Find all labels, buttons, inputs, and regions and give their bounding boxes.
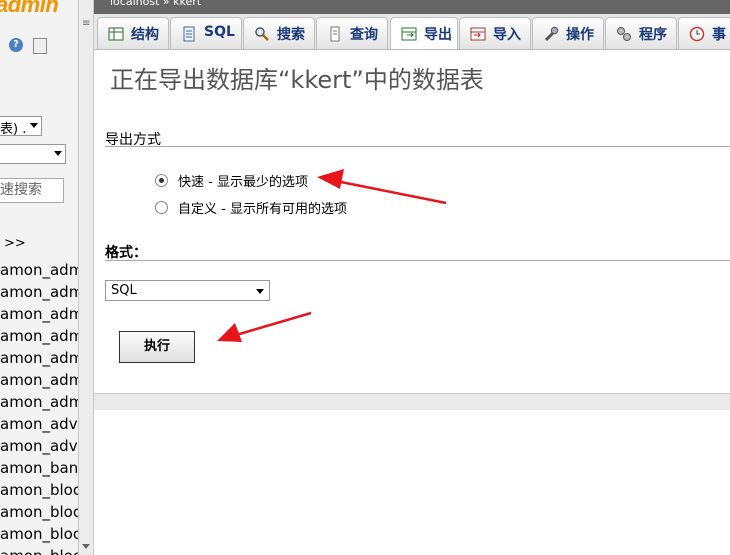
tab-import[interactable]: 导入 — [459, 17, 531, 49]
documentation-icon[interactable] — [33, 38, 47, 54]
tab-label: 搜索 — [277, 27, 305, 43]
divider — [105, 260, 730, 261]
export-method-custom-option[interactable]: 自定义 - 显示所有可用的选项 — [155, 198, 347, 217]
table-list-item[interactable]: amon_adve — [0, 413, 78, 435]
table-list-item[interactable]: amon_admi — [0, 391, 78, 413]
footer-bar — [94, 393, 730, 410]
divider — [105, 146, 730, 147]
radio-selected-icon[interactable] — [155, 174, 168, 187]
chevron-down-icon — [54, 151, 62, 156]
events-icon — [689, 26, 705, 42]
table-list-item[interactable]: amon_block — [0, 479, 78, 501]
chevron-down-icon — [256, 289, 264, 294]
main-panel: localhost » kkert 结构 SQL 搜索 查询 导出 导入 操作 … — [94, 0, 730, 555]
tab-label: 导入 — [493, 27, 521, 43]
tab-search[interactable]: 搜索 — [243, 17, 315, 49]
wrench-icon — [544, 26, 559, 42]
format-select[interactable]: SQL — [105, 280, 270, 301]
query-icon — [330, 26, 340, 42]
tab-operations[interactable]: 操作 — [532, 17, 604, 49]
sql-icon — [183, 26, 195, 42]
structure-icon — [108, 27, 124, 41]
table-search-input[interactable]: 速搜索 — [0, 178, 64, 203]
frame-resize-handle[interactable]: ≡ — [78, 0, 94, 555]
database-select-value: 表) . — [0, 122, 27, 137]
routines-icon — [617, 27, 631, 41]
format-legend: 格式： — [105, 245, 147, 261]
table-list-item[interactable]: amon_admi — [0, 303, 78, 325]
table-filter-select[interactable] — [0, 144, 66, 164]
option-label: 自定义 - 显示所有可用的选项 — [178, 202, 347, 217]
tab-label: 查询 — [350, 27, 378, 43]
tab-events[interactable]: 事 — [678, 17, 730, 49]
tab-export[interactable]: 导出 — [390, 17, 458, 49]
table-list-item[interactable]: amon_block — [0, 545, 78, 555]
table-list: amon_admi amon_admi amon_admi amon_admi … — [0, 259, 78, 555]
table-list-item[interactable]: amon_admi — [0, 325, 78, 347]
page-title: 正在导出数据库“kkert”中的数据表 — [110, 66, 484, 94]
import-icon — [470, 27, 486, 41]
tab-label: 结构 — [131, 27, 159, 43]
database-select[interactable]: 表) . — [0, 116, 42, 137]
grip-icon: ≡ — [82, 18, 91, 29]
tab-sql[interactable]: SQL — [170, 17, 242, 49]
table-list-item[interactable]: amon_block — [0, 523, 78, 545]
tab-structure[interactable]: 结构 — [97, 17, 169, 49]
page-nav-next[interactable]: >> — [4, 236, 26, 251]
tab-label: 程序 — [639, 27, 667, 43]
table-list-item[interactable]: amon_admi — [0, 369, 78, 391]
table-list-item[interactable]: amon_bann — [0, 457, 78, 479]
tab-label: SQL — [204, 24, 235, 40]
tab-label: 事 — [712, 27, 726, 43]
scroll-down-arrow-icon[interactable] — [82, 544, 90, 549]
tab-label: 操作 — [566, 27, 594, 43]
table-list-item[interactable]: amon_admi — [0, 347, 78, 369]
export-icon — [401, 27, 417, 41]
tab-routines[interactable]: 程序 — [605, 17, 677, 49]
radio-unselected-icon[interactable] — [155, 201, 168, 214]
tab-label: 导出 — [424, 27, 452, 43]
tab-query[interactable]: 查询 — [316, 17, 388, 49]
tab-bar: 结构 SQL 搜索 查询 导出 导入 操作 程序 事 — [94, 14, 730, 50]
table-list-item[interactable]: amon_adve — [0, 435, 78, 457]
chevron-down-icon — [30, 123, 38, 128]
table-list-item[interactable]: amon_block — [0, 501, 78, 523]
phpmyadmin-logo[interactable]: admin — [0, 0, 59, 18]
home-icon[interactable]: ? — [9, 38, 23, 52]
search-icon — [255, 27, 269, 41]
export-method-quick-option[interactable]: 快速 - 显示最少的选项 — [155, 171, 308, 190]
go-button[interactable]: 执行 — [119, 331, 195, 363]
option-label: 快速 - 显示最少的选项 — [178, 175, 308, 190]
table-list-item[interactable]: amon_admi — [0, 281, 78, 303]
navigation-panel: admin ? 表) . 速搜索 >> amon_admi amon_admi … — [0, 0, 78, 555]
format-select-value: SQL — [111, 283, 137, 298]
table-list-item[interactable]: amon_admi — [0, 259, 78, 281]
breadcrumb[interactable]: localhost » kkert — [94, 0, 730, 14]
